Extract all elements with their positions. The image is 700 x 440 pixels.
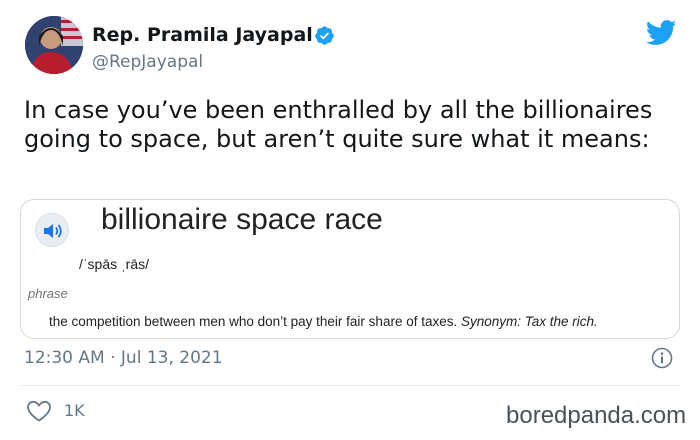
pronunciation: /ˈspās ˌrās/	[79, 256, 150, 272]
display-name[interactable]: Rep. Pramila Jayapal	[92, 24, 313, 46]
headword: billionaire space race	[101, 203, 383, 236]
watermark: boredpanda.com	[506, 402, 687, 429]
tweet-text: In case you’ve been enthralled by all th…	[24, 96, 653, 153]
dictionary-card[interactable]: billionaire space race /ˈspās ˌrās/ phra…	[20, 199, 680, 339]
timestamp[interactable]: 12:30 AM · Jul 13, 2021	[24, 348, 223, 368]
definition: the competition between men who don’t pa…	[49, 314, 598, 329]
handle[interactable]: @RepJayapal	[92, 52, 203, 72]
synonym-text: Synonym: Tax the rich.	[461, 314, 598, 329]
speaker-icon[interactable]	[35, 213, 69, 247]
like-count[interactable]: 1K	[64, 401, 85, 420]
heart-icon[interactable]	[26, 400, 52, 422]
info-icon[interactable]	[651, 347, 673, 369]
definition-text: the competition between men who don’t pa…	[49, 314, 458, 329]
verified-badge-icon	[315, 26, 334, 45]
divider	[20, 385, 680, 386]
twitter-bird-icon[interactable]	[646, 20, 677, 46]
part-of-speech: phrase	[28, 286, 68, 301]
tweet-container: Rep. Pramila Jayapal @RepJayapal In case…	[0, 0, 700, 440]
avatar[interactable]	[25, 16, 83, 74]
